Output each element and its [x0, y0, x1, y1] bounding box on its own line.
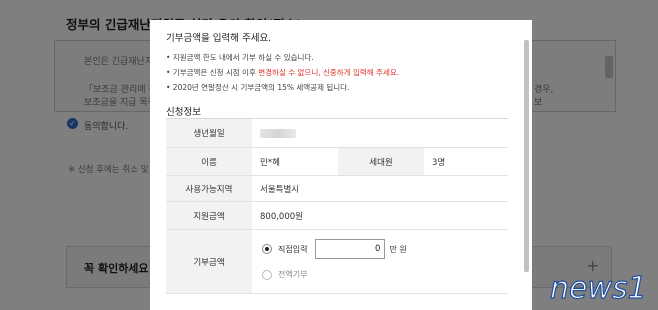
notice-warning-text: 변경하실 수 없으니, 신중하게 입력해 주세요.: [258, 68, 400, 77]
blurred-birthdate: [260, 128, 296, 138]
table-row: 기부금액 직접입력 만 원 전액기부: [166, 230, 508, 294]
table-row: 사용가능지역 서울특별시: [166, 176, 508, 202]
donation-modal: 기부금액을 입력해 주세요. • 지원금액 한도 내에서 기부 하실 수 있습니…: [150, 20, 532, 310]
direct-input-radio[interactable]: [262, 244, 272, 254]
application-info-title: 신청정보: [166, 107, 201, 118]
birth-value: [252, 119, 508, 147]
direct-input-option[interactable]: 직접입력 만 원: [262, 239, 407, 259]
table-row: 이름 민*혜 세대원 3명: [166, 148, 508, 176]
watermark-text: news1: [550, 271, 647, 306]
support-amount-label: 지원금액: [166, 202, 252, 229]
household-value: 3명: [432, 157, 446, 168]
news1-watermark-logo: news1: [549, 270, 647, 306]
notice-bullet: • 2020년 연말정산 시 기부금액의 15% 세액공제 됩니다.: [166, 83, 350, 92]
notice-bullet: • 기부금액은 신청 시점 이후 변경하실 수 없으니, 신중하게 입력해 주세…: [166, 67, 399, 78]
full-donation-option[interactable]: 전액기부: [262, 269, 307, 280]
table-row: 지원금액 800,000원: [166, 202, 508, 230]
notice-bullet: • 지원금액 한도 내에서 기부 하실 수 있습니다.: [166, 53, 314, 62]
application-info-table: 생년월일 이름 민*혜 세대원 3명 사용가능지역 서울특별시 지원금액 800…: [166, 118, 508, 294]
table-row: 생년월일: [166, 119, 508, 148]
donation-amount-input[interactable]: [315, 239, 386, 259]
name-value: 민*혜: [260, 157, 280, 168]
full-donation-label: 전액기부: [278, 270, 308, 279]
modal-scrollbar-thumb[interactable]: [524, 40, 529, 272]
full-donation-radio[interactable]: [262, 269, 272, 280]
donation-amount-label: 기부금액: [166, 230, 252, 293]
household-label: 세대원: [338, 148, 424, 175]
modal-heading: 기부금액을 입력해 주세요.: [166, 33, 272, 44]
direct-input-label: 직접입력: [278, 244, 308, 254]
region-value: 서울특별시: [260, 184, 300, 195]
notice-bullet-text: • 기부금액은 신청 시점 이후: [166, 68, 259, 77]
birth-label: 생년월일: [166, 119, 252, 147]
support-amount-value: 800,000원: [260, 211, 303, 222]
amount-unit: 만 원: [389, 244, 407, 254]
region-label: 사용가능지역: [166, 176, 252, 201]
name-label: 이름: [166, 148, 252, 175]
